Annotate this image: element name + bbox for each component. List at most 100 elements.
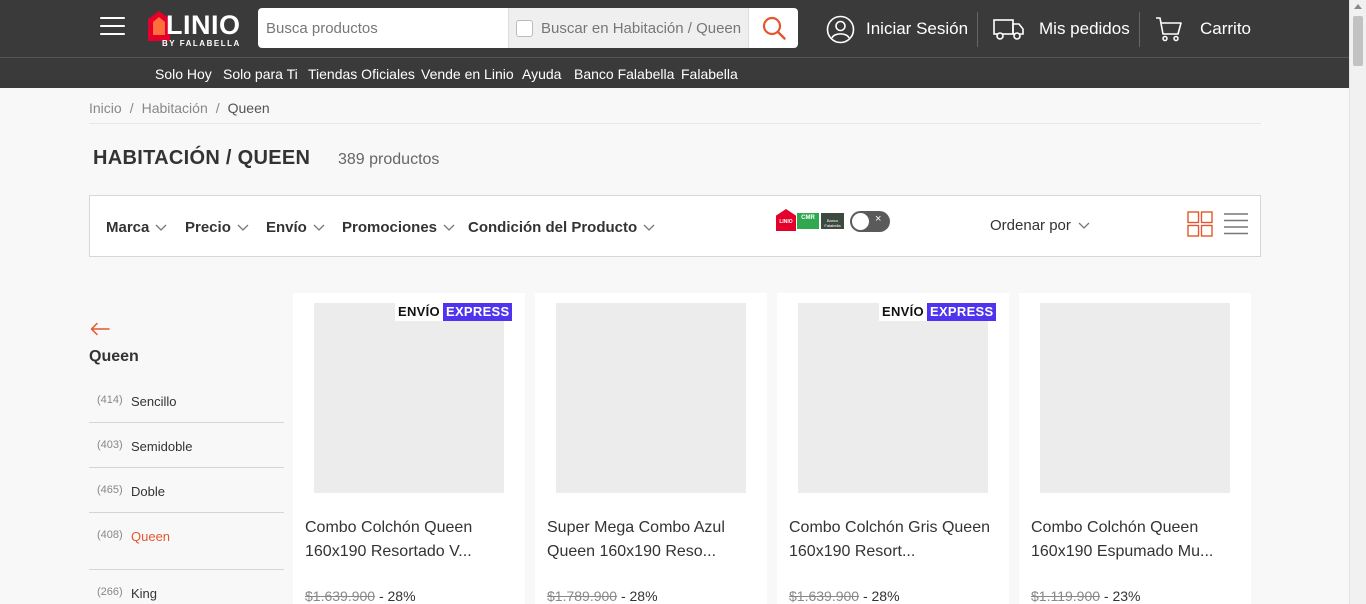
product-image[interactable] (314, 303, 504, 493)
nav-link-solo-hoy[interactable]: Solo Hoy (155, 66, 212, 82)
express-shipping-badge: ENVÍO EXPRESS (395, 303, 513, 321)
list-view-icon[interactable] (1223, 213, 1249, 235)
secondary-nav: Solo Hoy Solo para Ti Tiendas Oficiales … (0, 57, 1366, 88)
item-count: (403) (97, 439, 123, 451)
filter-precio[interactable]: Precio (185, 219, 249, 236)
top-header: LINIO BY FALABELLA Buscar en Habitación … (0, 0, 1366, 57)
linio-badge-icon: LINIO (776, 209, 796, 231)
sidebar-item-sencillo[interactable]: (414) Sencillo (89, 393, 284, 438)
filter-label: Envío (266, 219, 307, 236)
breadcrumb: Inicio / Habitación / Queen (89, 100, 270, 116)
search-scope[interactable]: Buscar en Habitación / Queen (508, 8, 748, 48)
original-price: $1.119.900 (1031, 588, 1101, 604)
express-badge-text: ENVÍO (879, 303, 927, 321)
nav-link-tiendas-oficiales[interactable]: Tiendas Oficiales (308, 66, 415, 82)
chevron-down-icon (237, 224, 249, 231)
product-title[interactable]: Combo Colchón Gris Queen 160x190 Resort.… (789, 516, 999, 564)
scroll-thumb[interactable] (1353, 16, 1363, 66)
sidebar-divider (89, 467, 284, 468)
express-shipping-badge: ENVÍO EXPRESS (879, 303, 997, 321)
item-label: Sencillo (131, 394, 177, 409)
breadcrumb-home[interactable]: Inicio (89, 100, 122, 116)
nav-link-banco-falabella[interactable]: Banco Falabella (574, 66, 674, 82)
nav-link-ayuda[interactable]: Ayuda (522, 66, 561, 82)
filter-condicion[interactable]: Condición del Producto (468, 219, 655, 236)
product-title[interactable]: Combo Colchón Queen 160x190 Espumado Mu.… (1031, 516, 1241, 564)
product-card[interactable]: Combo Colchón Queen 160x190 Espumado Mu.… (1019, 293, 1251, 604)
filter-marca[interactable]: Marca (106, 219, 167, 236)
product-price: $1.789.900 - 28% (547, 588, 658, 604)
sidebar-title: Queen (89, 348, 139, 365)
search-scope-checkbox[interactable] (516, 19, 533, 37)
sidebar-item-king[interactable]: (266) King (89, 585, 284, 604)
sidebar-divider (89, 569, 284, 570)
chevron-down-icon (443, 224, 455, 231)
sidebar-divider (89, 512, 284, 513)
product-image[interactable] (1040, 303, 1230, 493)
grid-view-icon[interactable] (1187, 211, 1213, 237)
logo-text: LINIO (166, 10, 241, 40)
hamburger-menu-icon[interactable] (100, 17, 125, 39)
truck-icon (993, 19, 1024, 40)
chevron-down-icon (1078, 222, 1090, 229)
search-icon (762, 16, 786, 40)
scroll-up-arrow-icon[interactable] (1354, 4, 1362, 9)
nav-link-vende-en-linio[interactable]: Vende en Linio (421, 66, 514, 82)
user-icon (826, 15, 855, 43)
product-price: $1.119.900 - 23% (1031, 588, 1141, 604)
sidebar-item-semidoble[interactable]: (403) Semidoble (89, 438, 284, 483)
header-divider (977, 12, 978, 47)
result-count: 389 productos (338, 151, 440, 168)
banco-falabella-badge-icon: Banco Falabella (821, 213, 844, 229)
orders-button[interactable]: Mis pedidos (993, 11, 1130, 47)
toggle-knob (852, 213, 869, 230)
orders-label: Mis pedidos (1039, 19, 1130, 38)
product-card[interactable]: ENVÍO EXPRESS Combo Colchón Gris Queen 16… (777, 293, 1009, 604)
breadcrumb-separator: / (215, 100, 220, 116)
breadcrumb-separator: / (129, 100, 134, 116)
sidebar-item-queen[interactable]: (408) Queen (89, 528, 284, 573)
page-title: HABITACIÓN / QUEEN (93, 147, 311, 169)
promo-toggle[interactable]: × (850, 211, 890, 232)
express-badge-text: EXPRESS (926, 303, 997, 321)
product-image[interactable] (556, 303, 746, 493)
item-count: (465) (97, 484, 123, 496)
search-bar: Buscar en Habitación / Queen (258, 8, 798, 48)
original-price: $1.639.900 (789, 588, 860, 604)
cart-icon (1156, 17, 1182, 42)
original-price: $1.789.900 (547, 588, 618, 604)
nav-link-solo-para-ti[interactable]: Solo para Ti (223, 66, 298, 82)
breadcrumb-divider (89, 123, 1261, 124)
discount: - 28% (862, 588, 900, 604)
product-title[interactable]: Combo Colchón Queen 160x190 Resortado V.… (305, 516, 515, 564)
item-count: (408) (97, 529, 123, 541)
close-icon: × (875, 213, 882, 225)
cart-label: Carrito (1200, 19, 1252, 38)
product-price: $1.639.900 - 28% (305, 588, 416, 604)
promo-badges: LINIO CMR Banco Falabella (776, 209, 846, 231)
sort-dropdown[interactable]: Ordenar por (990, 217, 1090, 234)
linio-logo[interactable]: LINIO BY FALABELLA (148, 9, 244, 49)
filter-envio[interactable]: Envío (266, 219, 325, 236)
nav-link-falabella[interactable]: Falabella (681, 66, 738, 82)
filter-label: Precio (185, 219, 231, 236)
search-input[interactable] (258, 8, 508, 48)
product-title[interactable]: Super Mega Combo Azul Queen 160x190 Reso… (547, 516, 757, 564)
sidebar-item-doble[interactable]: (465) Doble (89, 483, 284, 528)
product-card[interactable]: ENVÍO EXPRESS Combo Colchón Queen 160x190… (293, 293, 525, 604)
product-card[interactable]: Super Mega Combo Azul Queen 160x190 Reso… (535, 293, 767, 604)
item-label: King (131, 586, 158, 601)
product-image[interactable] (798, 303, 988, 493)
cart-button[interactable]: Carrito (1155, 11, 1251, 47)
express-badge-text: EXPRESS (442, 303, 513, 321)
breadcrumb-habitacion[interactable]: Habitación (142, 100, 208, 116)
original-price: $1.639.900 (305, 588, 376, 604)
search-button[interactable] (748, 8, 798, 48)
page-scrollbar[interactable] (1349, 0, 1366, 604)
sort-label: Ordenar por (990, 217, 1071, 234)
back-arrow-icon[interactable] (90, 322, 110, 336)
filter-promociones[interactable]: Promociones (342, 219, 455, 236)
item-count: (266) (97, 586, 123, 598)
login-button[interactable]: Iniciar Sesión (826, 11, 968, 47)
breadcrumb-current: Queen (227, 100, 270, 116)
